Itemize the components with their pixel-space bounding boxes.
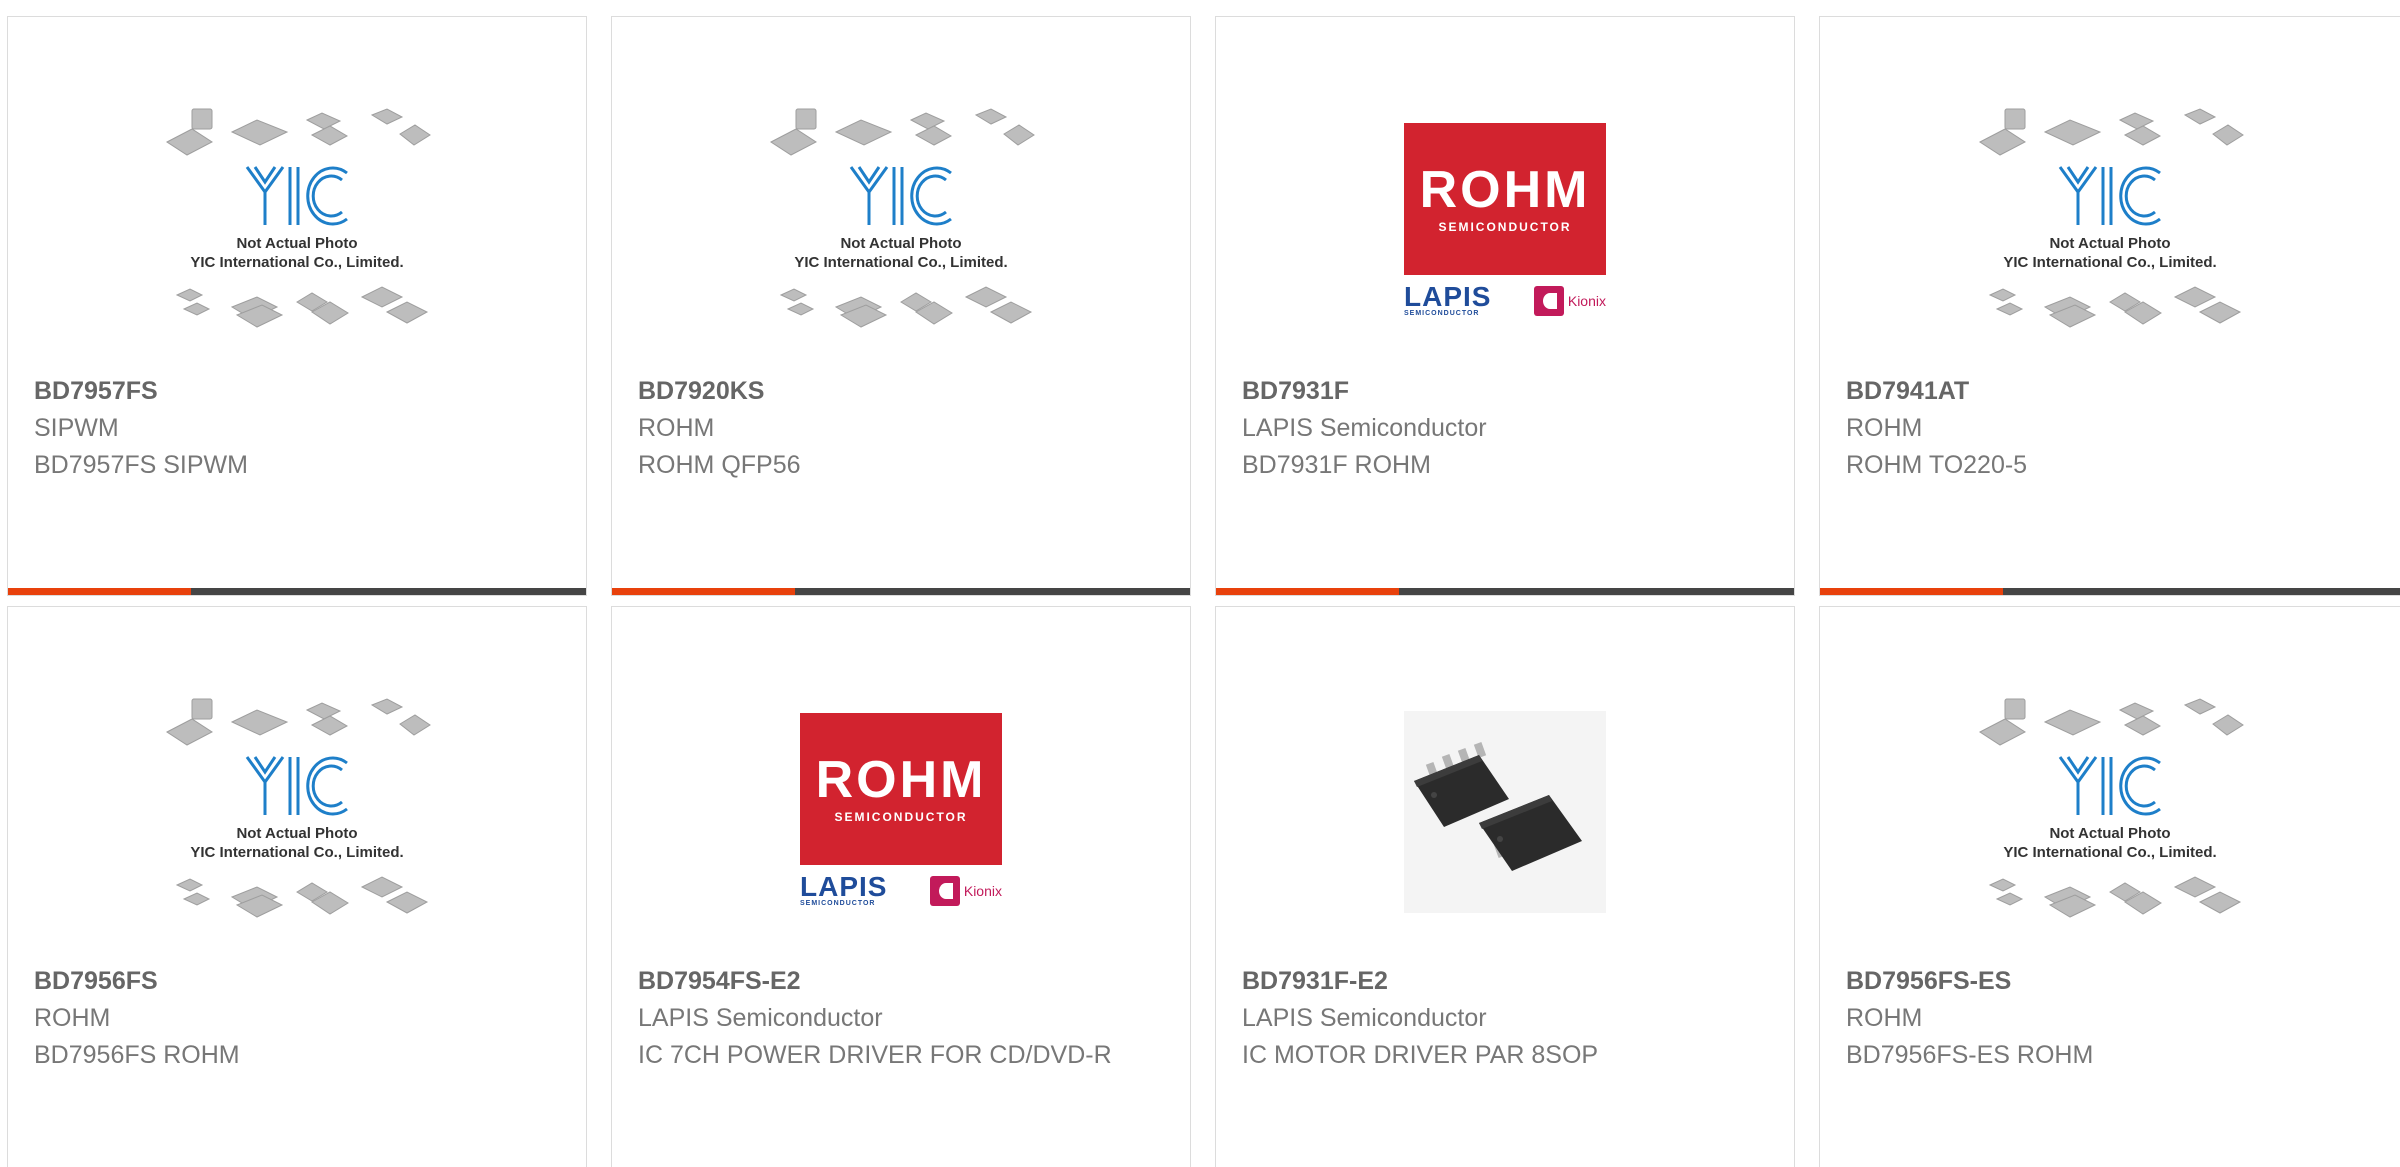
description: ROHM QFP56 (638, 451, 801, 479)
card-bottom-bar (612, 588, 1190, 595)
ic-photo-image (1404, 711, 1606, 913)
rohm-logo-image: ROHM SEMICONDUCTOR LAPIS SEMICONDUCTOR Ki… (800, 711, 1002, 913)
rohm-logo-word: ROHM (1419, 161, 1591, 219)
yic-placeholder-image: Not Actual Photo YIC International Co., … (770, 108, 1035, 328)
yic-placeholder-image: Not Actual Photo YIC International Co., … (166, 698, 431, 918)
product-info: BD7920KS ROHM ROHM QFP56 (638, 373, 1164, 484)
product-info: BD7931F-E2 LAPIS Semiconductor IC MOTOR … (1242, 963, 1768, 1074)
rohm-logo: ROHM SEMICONDUCTOR (1404, 123, 1606, 275)
card-bottom-accent (612, 588, 795, 595)
product-info: BD7956FS ROHM BD7956FS ROHM (34, 963, 560, 1074)
yic-placeholder-image: Not Actual Photo YIC International Co., … (1979, 108, 2244, 328)
product-info: BD7931F LAPIS Semiconductor BD7931F ROHM (1242, 373, 1768, 484)
manufacturer: ROHM (1846, 1004, 1923, 1032)
product-image[interactable] (1370, 677, 1640, 947)
card-bottom-bar (1216, 588, 1794, 595)
part-number-link[interactable]: BD7954FS-E2 (638, 963, 1164, 1000)
manufacturer: ROHM (638, 414, 715, 442)
lapis-logo: LAPIS SEMICONDUCTOR (800, 871, 888, 908)
product-card[interactable]: Not Actual Photo YIC International Co., … (1819, 16, 2400, 596)
rohm-logo-sub: SEMICONDUCTOR (1438, 220, 1572, 234)
kionix-logo: Kionix (1533, 286, 1606, 316)
rohm-logo-image: ROHM SEMICONDUCTOR LAPIS SEMICONDUCTOR Ki… (1404, 121, 1606, 323)
product-image[interactable]: ROHM SEMICONDUCTOR LAPIS SEMICONDUCTOR Ki… (1370, 87, 1640, 357)
product-image[interactable]: Not Actual Photo YIC International Co., … (766, 87, 1036, 357)
description: BD7957FS SIPWM (34, 451, 248, 479)
lapis-logo: LAPIS SEMICONDUCTOR (1404, 281, 1492, 318)
description: IC MOTOR DRIVER PAR 8SOP (1242, 1041, 1599, 1069)
description: BD7956FS-ES ROHM (1846, 1041, 2094, 1069)
product-image[interactable]: Not Actual Photo YIC International Co., … (1975, 677, 2245, 947)
product-info: BD7956FS-ES ROHM BD7956FS-ES ROHM (1846, 963, 2374, 1074)
part-number-link[interactable]: BD7956FS-ES (1846, 963, 2374, 1000)
product-card[interactable]: ROHM SEMICONDUCTOR LAPIS SEMICONDUCTOR Ki… (1215, 16, 1795, 596)
yic-caption-line1: Not Actual Photo (236, 825, 357, 842)
yic-caption-line2: YIC International Co., Limited. (2003, 254, 2216, 271)
part-number-link[interactable]: BD7931F (1242, 373, 1768, 410)
manufacturer: ROHM (34, 1004, 111, 1032)
yic-caption-line2: YIC International Co., Limited. (190, 254, 403, 271)
product-info: BD7954FS-E2 LAPIS Semiconductor IC 7CH P… (638, 963, 1164, 1074)
yic-caption-line1: Not Actual Photo (236, 235, 357, 252)
yic-caption-line1: Not Actual Photo (2049, 235, 2170, 252)
manufacturer: SIPWM (34, 414, 119, 442)
card-bottom-accent (8, 588, 191, 595)
manufacturer: LAPIS Semiconductor (638, 1004, 883, 1032)
yic-caption-line2: YIC International Co., Limited. (794, 254, 1007, 271)
product-card[interactable]: Not Actual Photo YIC International Co., … (7, 606, 587, 1167)
product-card[interactable]: BD7931F-E2 LAPIS Semiconductor IC MOTOR … (1215, 606, 1795, 1167)
yic-caption-line1: Not Actual Photo (2049, 825, 2170, 842)
part-number-link[interactable]: BD7941AT (1846, 373, 2374, 410)
manufacturer: LAPIS Semiconductor (1242, 1004, 1487, 1032)
description: IC 7CH POWER DRIVER FOR CD/DVD-R (638, 1041, 1112, 1069)
kionix-icon (929, 876, 960, 906)
product-grid: Not Actual Photo YIC International Co., … (0, 0, 2400, 1167)
part-number-link[interactable]: BD7920KS (638, 373, 1164, 410)
yic-caption-line2: YIC International Co., Limited. (190, 844, 403, 861)
manufacturer: ROHM (1846, 414, 1923, 442)
part-number-link[interactable]: BD7956FS (34, 963, 560, 1000)
product-card[interactable]: Not Actual Photo YIC International Co., … (611, 16, 1191, 596)
yic-placeholder-image: Not Actual Photo YIC International Co., … (166, 108, 431, 328)
product-card[interactable]: ROHM SEMICONDUCTOR LAPIS SEMICONDUCTOR Ki… (611, 606, 1191, 1167)
card-bottom-accent (1820, 588, 2003, 595)
product-info: BD7957FS SIPWM BD7957FS SIPWM (34, 373, 560, 484)
card-bottom-accent (1216, 588, 1399, 595)
product-image[interactable]: Not Actual Photo YIC International Co., … (162, 677, 432, 947)
product-card[interactable]: Not Actual Photo YIC International Co., … (7, 16, 587, 596)
description: BD7931F ROHM (1242, 451, 1431, 479)
manufacturer: LAPIS Semiconductor (1242, 414, 1487, 442)
kionix-icon (1533, 286, 1564, 316)
partner-logos: LAPIS SEMICONDUCTOR Kionix (1404, 281, 1606, 321)
description: ROHM TO220-5 (1846, 451, 2028, 479)
yic-caption-line2: YIC International Co., Limited. (2003, 844, 2216, 861)
product-card[interactable]: Not Actual Photo YIC International Co., … (1819, 606, 2400, 1167)
product-info: BD7941AT ROHM ROHM TO220-5 (1846, 373, 2374, 484)
yic-caption-line1: Not Actual Photo (840, 235, 961, 252)
rohm-logo-word: ROHM (815, 751, 987, 809)
product-image[interactable]: Not Actual Photo YIC International Co., … (1975, 87, 2245, 357)
part-number-link[interactable]: BD7957FS (34, 373, 560, 410)
kionix-logo: Kionix (929, 876, 1002, 906)
yic-placeholder-image: Not Actual Photo YIC International Co., … (1979, 698, 2244, 918)
product-image[interactable]: Not Actual Photo YIC International Co., … (162, 87, 432, 357)
card-bottom-bar (1820, 588, 2400, 595)
partner-logos: LAPIS SEMICONDUCTOR Kionix (800, 871, 1002, 911)
product-image[interactable]: ROHM SEMICONDUCTOR LAPIS SEMICONDUCTOR Ki… (766, 677, 1036, 947)
part-number-link[interactable]: BD7931F-E2 (1242, 963, 1768, 1000)
rohm-logo-sub: SEMICONDUCTOR (834, 810, 968, 824)
card-bottom-bar (8, 588, 586, 595)
rohm-logo: ROHM SEMICONDUCTOR (800, 713, 1002, 865)
description: BD7956FS ROHM (34, 1041, 240, 1069)
